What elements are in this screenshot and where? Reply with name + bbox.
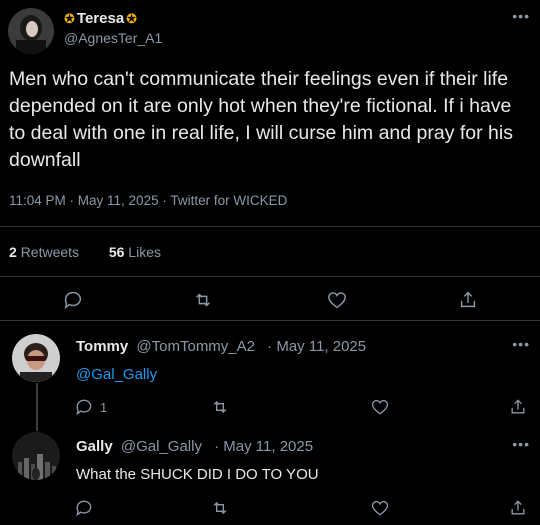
share-icon[interactable] (508, 496, 532, 520)
more-icon[interactable]: ••• (512, 436, 530, 452)
reply-text: What the SHUCK DID I DO TO YOU (76, 466, 319, 483)
reply-actions: 1 (0, 395, 540, 419)
like-icon[interactable] (370, 496, 394, 520)
avatar[interactable] (8, 8, 54, 54)
more-icon[interactable]: ••• (512, 8, 530, 24)
tweet-text: Men who can't communicate their feelings… (9, 68, 513, 171)
reply-count: 1 (100, 399, 108, 415)
like-icon[interactable] (326, 288, 350, 312)
user-handle[interactable]: @AgnesTer_A1 (64, 30, 162, 46)
reply-date[interactable]: · May 11, 2025 (214, 438, 313, 455)
reply-header: Tommy @TomTommy_A2 · May 11, 2025 (76, 338, 366, 355)
reply-header: Gally @Gal_Gally · May 11, 2025 (76, 438, 313, 455)
share-icon[interactable] (508, 395, 532, 419)
retweet-icon[interactable] (192, 288, 216, 312)
reply-actions (0, 496, 540, 520)
avatar[interactable] (12, 334, 60, 382)
more-icon[interactable]: ••• (512, 336, 530, 352)
user-handle[interactable]: @Gal_Gally (121, 438, 202, 455)
reply-icon[interactable]: 1 (74, 395, 134, 419)
like-icon[interactable] (370, 395, 394, 419)
crown-emoji-icon: ✪ (64, 10, 75, 26)
reply-text[interactable]: @Gal_Gally (76, 366, 157, 383)
display-name[interactable]: ✪ Teresa ✪ (64, 10, 162, 27)
reply-date[interactable]: · May 11, 2025 (267, 338, 366, 355)
avatar[interactable] (12, 432, 60, 480)
crown-emoji-icon: ✪ (126, 10, 138, 26)
reply-icon[interactable] (62, 288, 86, 312)
user-handle[interactable]: @TomTommy_A2 (136, 338, 255, 355)
divider (0, 320, 540, 321)
tweet-actions (0, 288, 540, 312)
display-name[interactable]: Gally (76, 438, 113, 455)
divider (0, 226, 540, 227)
share-icon[interactable] (457, 288, 481, 312)
tweet-stats: 2 Retweets 56 Likes (9, 244, 161, 260)
reply-icon[interactable] (74, 496, 98, 520)
display-name[interactable]: Tommy (76, 338, 128, 355)
retweet-icon[interactable] (210, 496, 234, 520)
likes-stat[interactable]: 56 Likes (109, 244, 161, 260)
divider (0, 276, 540, 277)
retweets-stat[interactable]: 2 Retweets (9, 244, 79, 260)
retweet-icon[interactable] (210, 395, 234, 419)
tweet-meta: 11:04 PM · May 11, 2025 · Twitter for WI… (9, 193, 288, 208)
